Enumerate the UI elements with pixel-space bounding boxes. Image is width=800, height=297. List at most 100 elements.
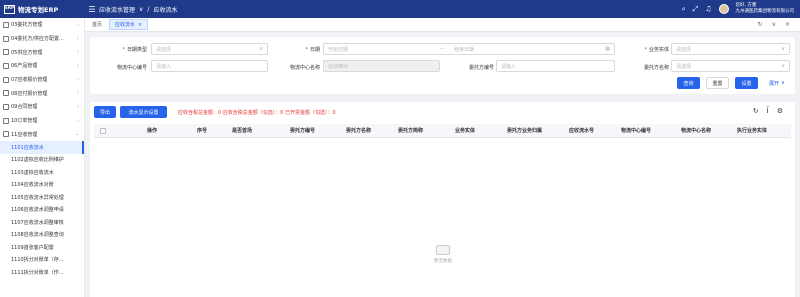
summary-text: 应收含税总金额：0 应收含税总金额（勾选）：0 已开票金额（勾选）：0 (178, 110, 336, 116)
chevron-right-icon: › (77, 76, 79, 83)
app-logo[interactable]: ERP 物流专划ERP (0, 4, 85, 14)
date-start[interactable]: 开始日期 (328, 46, 440, 53)
sidebar-item-label: 03委托方管理 (11, 22, 43, 29)
column-header[interactable]: 业务实体 (455, 124, 475, 138)
top-bar: ERP 物流专划ERP ☰ 应收流水管理 ∨ / 应收流水 ⌕ ⤢ ♫ 您好, … (0, 0, 800, 18)
sidebar-subitem-exception[interactable]: 1105应收流水异常处理 (0, 191, 84, 204)
chevron-right-icon: › (77, 90, 79, 97)
sidebar-item-payable-quote[interactable]: 08应付报价管理 › (0, 86, 84, 100)
user-org: 九州通医药集团物流有限公司 (735, 9, 795, 14)
sidebar-subitem-first-customer[interactable]: 1109首张客户配置 (0, 241, 84, 254)
chevron-right-icon: › (77, 103, 79, 110)
date-separator: — (440, 46, 445, 52)
fullscreen-icon[interactable]: ⤢ (693, 5, 699, 14)
column-header[interactable]: 委托方简称 (398, 124, 423, 138)
client-code-label: 委托方编号 (468, 65, 494, 71)
breadcrumb-separator: / (147, 5, 150, 13)
menu-icon (3, 117, 9, 124)
search-icon[interactable]: ⌕ (682, 5, 686, 14)
query-button[interactable]: 查询 (677, 77, 700, 89)
sidebar-subitem-virtual-flow[interactable]: 1103虚拟应收流水 (0, 166, 84, 179)
client-code-input[interactable]: 请输入 (496, 60, 615, 72)
chevron-down-icon[interactable]: ∨ (772, 21, 776, 28)
column-header[interactable]: 执行业务实体 (737, 124, 767, 138)
date-end[interactable]: 结束日期 (454, 46, 474, 53)
business-entity-select[interactable]: 请选择 ∨ (671, 43, 790, 55)
empty-text: 暂无数据 (434, 259, 452, 264)
sidebar-item-client-supplier-config[interactable]: 04委托方/供应方配置... › (0, 32, 84, 46)
gear-icon[interactable]: ⚙ (777, 107, 783, 115)
breadcrumb: 应收流水管理 ∨ / 应收流水 (99, 5, 177, 14)
notification-icon[interactable]: ♫ (705, 5, 711, 13)
empty-box-icon (436, 245, 450, 255)
sidebar-subitem-split-statement-1[interactable]: 1110拆分对账单（存... (0, 254, 84, 267)
sidebar-item-order-mgmt[interactable]: 10订单管理 › (0, 114, 84, 128)
menu-icon (3, 103, 9, 110)
tab-receivable-flow[interactable]: 应收流水 × (109, 19, 149, 30)
column-height-icon[interactable]: Ī (767, 107, 769, 115)
top-right-tools: ⌕ ⤢ ♫ 您好, 方塞 九州通医药集团物流有限公司 (682, 3, 800, 16)
tab-label: 首页 (92, 22, 103, 28)
sidebar-item-label: 05供应方管理 (11, 49, 43, 56)
sidebar-item-receivable-mgmt[interactable]: 11应收管理 ⌄ (0, 128, 84, 142)
menu-toggle-icon[interactable]: ☰ (85, 5, 99, 14)
tab-label: 应收流水 (115, 22, 136, 28)
sidebar-subitem-reconciliation[interactable]: 1104应收流水对账 (0, 179, 84, 192)
expand-button[interactable]: 展开 ∨ (762, 77, 792, 89)
breadcrumb-item: 应收流水 (153, 6, 178, 14)
date-type-label: * 日期类型 (122, 47, 147, 53)
sidebar-subitem-adjust-apply[interactable]: 1106应收流水调整申请 (0, 204, 84, 217)
sidebar-subitem-adjust-query[interactable]: 1108应收流水调整查询 (0, 229, 84, 242)
chevron-down-icon: ∨ (781, 80, 785, 86)
column-header[interactable]: 委托方编号 (290, 124, 315, 138)
reset-button[interactable]: 重置 (706, 77, 729, 89)
column-header[interactable]: 操作 (147, 124, 157, 138)
column-header[interactable]: 是否首场 (232, 124, 252, 138)
sidebar-subitem-receivable-flow[interactable]: 1101应收流水 (0, 141, 84, 154)
close-icon[interactable]: × (785, 21, 790, 28)
chevron-down-icon: ⌄ (74, 131, 79, 138)
empty-state: 暂无数据 (434, 245, 452, 264)
sidebar-item-product-mgmt[interactable]: 06产品管理 › (0, 59, 84, 73)
refresh-icon[interactable]: ↻ (753, 107, 759, 115)
close-icon[interactable]: × (138, 22, 142, 28)
sidebar-item-label: 11应收管理 (11, 131, 38, 138)
business-entity-label: * 业务实体 (644, 47, 669, 53)
breadcrumb-item[interactable]: 应收流水管理 (99, 5, 135, 14)
avatar[interactable] (718, 4, 729, 14)
chevron-right-icon: › (77, 49, 79, 56)
select-all-checkbox[interactable] (100, 128, 106, 134)
sidebar-subitem-split-statement-2[interactable]: 1111拆分对账单（作... (0, 266, 84, 279)
tab-home[interactable]: 首页 (87, 19, 107, 30)
tabs-bar: 首页 应收流水 × ↻ ∨ × (85, 18, 800, 32)
sidebar-item-label: 10订单管理 (11, 118, 38, 125)
user-info[interactable]: 您好, 方塞 九州通医药集团物流有限公司 (736, 3, 795, 16)
column-header[interactable]: 应收流水号 (569, 124, 594, 138)
refresh-icon[interactable]: ↻ (758, 21, 763, 28)
display-settings-button[interactable]: 流水显示设置 (120, 106, 167, 118)
settings-button[interactable]: 设置 (735, 77, 758, 89)
center-code-input[interactable]: 请输入 (151, 60, 268, 72)
date-type-select[interactable]: 请选择 ∨ (151, 43, 268, 55)
column-header[interactable]: 物流中心名称 (681, 124, 711, 138)
sidebar-subitem-adjust-review[interactable]: 1107应收流水调整审核 (0, 216, 84, 229)
sidebar: 03委托方管理 › 04委托方/供应方配置... › 05供应方管理 › 06产品管理… (0, 18, 85, 297)
calendar-icon: ▦ (605, 46, 610, 52)
column-header[interactable]: 物流中心编号 (621, 124, 651, 138)
date-label: * 日期 (305, 47, 320, 53)
sidebar-item-supplier-mgmt[interactable]: 05供应方管理 › (0, 45, 84, 59)
chevron-right-icon: › (77, 117, 79, 124)
sidebar-item-contract-mgmt[interactable]: 09合同管理 › (0, 100, 84, 114)
sidebar-item-receivable-quote[interactable]: 07应收报价管理 › (0, 73, 84, 87)
column-header[interactable]: 委托方业务归属 (507, 124, 542, 138)
column-header[interactable]: 序号 (197, 124, 207, 138)
export-button[interactable]: 导出 (94, 106, 116, 118)
date-range-picker[interactable]: 开始日期 — 结束日期 ▦ (323, 43, 615, 55)
sidebar-subitem-virtual-ratio[interactable]: 1102虚拟应收比例维护 (0, 154, 84, 167)
center-name-input: 自动带出 (323, 60, 440, 72)
sidebar-item-label: 06产品管理 (11, 63, 38, 70)
sidebar-item-client-mgmt[interactable]: 03委托方管理 › (0, 18, 84, 32)
client-name-select[interactable]: 请选择 ∨ (671, 60, 790, 72)
column-header[interactable]: 委托方名称 (346, 124, 371, 138)
chevron-right-icon: › (77, 62, 79, 69)
